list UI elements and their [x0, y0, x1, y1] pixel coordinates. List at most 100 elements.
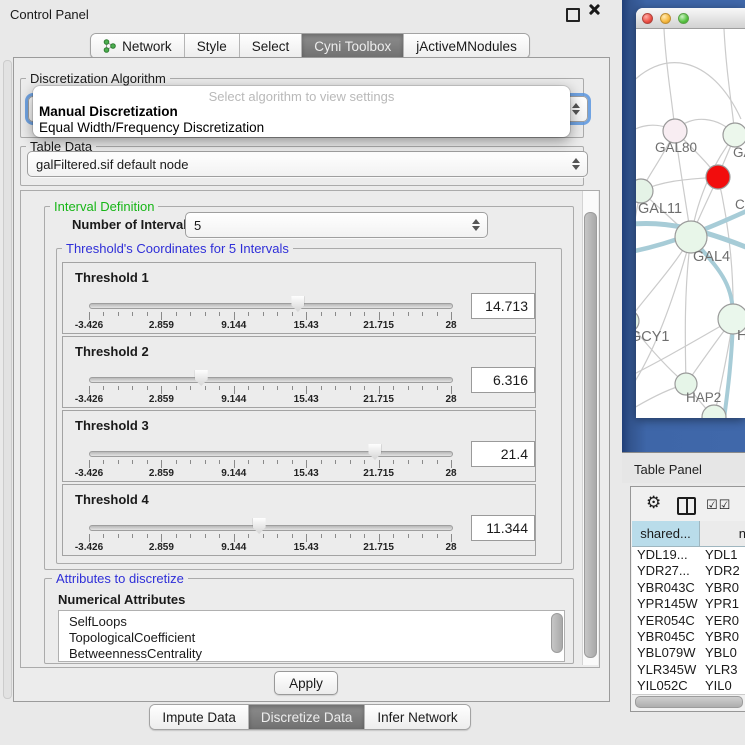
tab-select[interactable]: Select [240, 34, 303, 58]
table-cell-shared-name[interactable]: YBL079W [637, 645, 696, 661]
bottom-tab-infer-network[interactable]: Infer Network [365, 705, 469, 729]
column-header-name[interactable]: na [700, 521, 745, 547]
tick-mark [176, 460, 177, 464]
combo-stepper-icon [468, 219, 484, 231]
table-cell-name[interactable]: YIL0 [705, 678, 732, 694]
minimize-traffic-light-icon[interactable] [660, 13, 671, 24]
threshold-value-field[interactable]: 21.4 [471, 441, 535, 467]
attribute-list-item[interactable]: SelfLoops [59, 614, 564, 630]
tick-mark [393, 534, 394, 538]
table-cell-shared-name[interactable]: YBR045C [637, 629, 695, 645]
network-window-titlebar[interactable] [636, 8, 745, 29]
tick-mark [422, 312, 423, 316]
threshold-slider-track[interactable] [89, 303, 453, 309]
tick-label: -3.426 [75, 394, 103, 405]
table-cell-name[interactable]: YBR0 [705, 580, 739, 596]
column-header-shared-name[interactable]: shared... [632, 521, 700, 547]
threshold-value-field[interactable]: 14.713 [471, 293, 535, 319]
table-cell-shared-name[interactable]: YDL19... [637, 547, 688, 563]
table-cell-name[interactable]: YLR3 [705, 662, 738, 678]
tab-style[interactable]: Style [185, 34, 240, 58]
split-columns-icon[interactable] [677, 497, 696, 515]
tick-mark [306, 460, 307, 468]
tick-mark [321, 386, 322, 390]
tick-mark [350, 534, 351, 538]
table-cell-name[interactable]: YER0 [705, 613, 739, 629]
apply-button[interactable]: Apply [274, 671, 338, 695]
threshold-slider-track[interactable] [89, 525, 453, 531]
tab-label: Select [252, 39, 290, 54]
table-cell-shared-name[interactable]: YLR345W [637, 662, 696, 678]
tick-label: 28 [445, 394, 456, 405]
tick-mark [248, 386, 249, 390]
tick-label: 28 [445, 542, 456, 553]
threshold-slider-thumb[interactable] [195, 370, 208, 386]
network-canvas[interactable]: GAL80 GA C GAL11 GAL4 GCY1 H HAP2 [636, 29, 745, 418]
close-icon[interactable] [589, 3, 601, 17]
node-label: GA [733, 145, 745, 160]
threshold-slider-thumb[interactable] [291, 296, 304, 312]
table-cell-name[interactable]: YBL0 [705, 645, 737, 661]
bottom-tab-label: Discretize Data [261, 710, 353, 725]
table-cell-shared-name[interactable]: YIL052C [637, 678, 688, 694]
tick-mark [89, 386, 90, 394]
threshold-value-field[interactable]: 6.316 [471, 367, 535, 393]
table-cell-name[interactable]: YBR0 [705, 629, 739, 645]
settings-vscrollbar-thumb[interactable] [584, 212, 597, 658]
attribute-list-item[interactable]: BetweennessCentrality [59, 646, 564, 662]
column-header-name-label: na [739, 526, 745, 541]
tick-mark [335, 386, 336, 390]
attributes-vscrollbar-thumb[interactable] [551, 613, 563, 653]
bottom-tab-discretize-data[interactable]: Discretize Data [249, 705, 366, 729]
number-of-intervals-value: 5 [194, 218, 468, 233]
tick-mark [103, 534, 104, 538]
algorithm-popup-hint: Select algorithm to view settings [33, 86, 570, 104]
left-scrollbar-track[interactable] [3, 60, 12, 699]
table-data-combobox[interactable]: galFiltered.sif default node [27, 151, 588, 177]
float-window-icon[interactable] [566, 8, 580, 22]
select-columns-icon[interactable]: ☑☑ [706, 497, 731, 513]
tick-mark [132, 386, 133, 390]
tick-mark [393, 460, 394, 464]
tick-mark [263, 460, 264, 464]
node-green[interactable] [723, 123, 745, 147]
node-label: HAP2 [686, 390, 721, 405]
gear-icon[interactable]: ⚙ [646, 493, 661, 513]
tab-cyni-toolbox[interactable]: Cyni Toolbox [302, 34, 404, 58]
threshold-slider-thumb[interactable] [253, 518, 266, 534]
tab-network[interactable]: Network [91, 34, 185, 58]
tick-mark [161, 312, 162, 320]
tick-mark [292, 312, 293, 316]
tick-mark [103, 460, 104, 464]
tick-mark [292, 460, 293, 464]
tick-mark [190, 386, 191, 390]
table-cell-shared-name[interactable]: YPR145W [637, 596, 698, 612]
attribute-list-item[interactable]: TopologicalCoefficient [59, 630, 564, 646]
zoom-traffic-light-icon[interactable] [678, 13, 689, 24]
bottom-tab-impute-data[interactable]: Impute Data [150, 705, 249, 729]
table-hscrollbar-thumb[interactable] [635, 696, 743, 708]
table-cell-shared-name[interactable]: YDR27... [637, 563, 690, 579]
node-selected-red[interactable] [706, 165, 730, 189]
node-bottom[interactable] [702, 405, 726, 418]
table-cell-shared-name[interactable]: YER054C [637, 613, 695, 629]
table-cell-shared-name[interactable]: YBR043C [637, 580, 695, 596]
close-traffic-light-icon[interactable] [642, 13, 653, 24]
threshold-slider-track[interactable] [89, 451, 453, 457]
threshold-slider-track[interactable] [89, 377, 453, 383]
tick-mark [147, 534, 148, 538]
threshold-slider-thumb[interactable] [368, 444, 381, 460]
tab-jactivemnodules[interactable]: jActiveMNodules [404, 34, 529, 58]
tick-label: 2.859 [149, 468, 174, 479]
threshold-value-field[interactable]: 11.344 [471, 515, 535, 541]
table-cell-name[interactable]: YPR1 [705, 596, 739, 612]
algorithm-option[interactable]: Manual Discretization [33, 104, 570, 120]
tick-mark [321, 460, 322, 464]
tick-mark [118, 386, 119, 390]
algorithm-option[interactable]: Equal Width/Frequency Discretization [33, 120, 570, 136]
number-of-intervals-combobox[interactable]: 5 [185, 212, 488, 238]
tick-mark [234, 460, 235, 468]
table-cell-name[interactable]: YDR2 [705, 563, 740, 579]
table-cell-name[interactable]: YDL1 [705, 547, 738, 563]
tick-label: -3.426 [75, 468, 103, 479]
